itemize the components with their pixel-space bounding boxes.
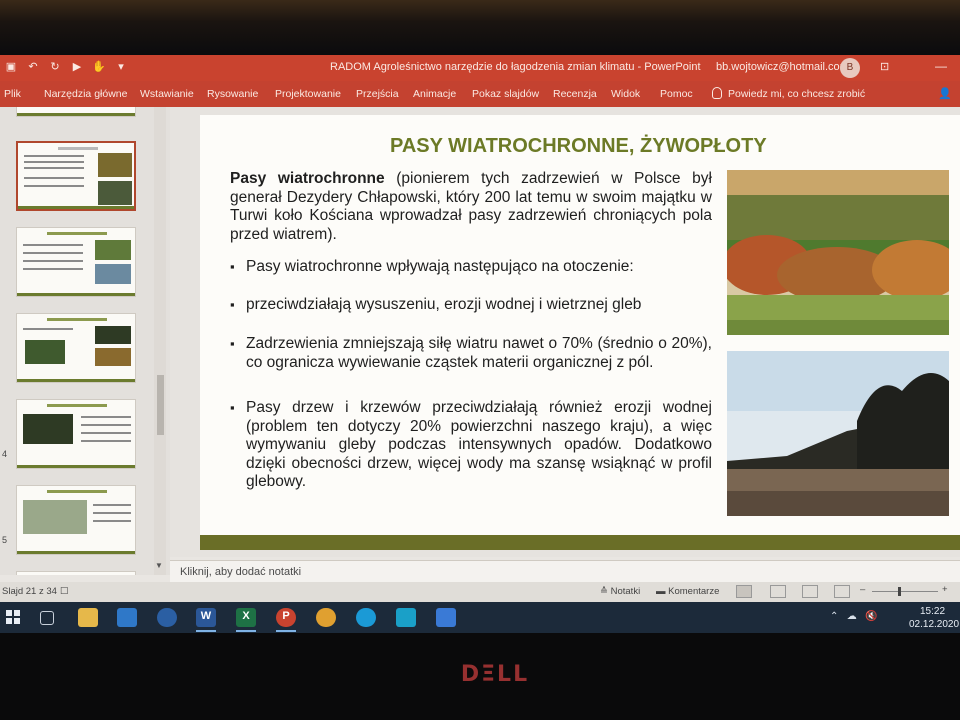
tab-projektowanie[interactable]: Projektowanie	[275, 88, 341, 100]
tab-recenzja[interactable]: Recenzja	[553, 88, 597, 100]
slideshow-view-icon[interactable]	[834, 585, 850, 598]
share-icon[interactable]: 👤	[938, 87, 952, 100]
task-view-icon[interactable]	[40, 611, 54, 625]
redo-icon[interactable]: ↻	[48, 60, 62, 74]
notes-pane[interactable]: Kliknij, aby dodać notatki	[170, 560, 960, 582]
slide-sorter-icon[interactable]	[770, 585, 786, 598]
tab-narzedzia-glowne[interactable]: Narzędzia główne	[44, 88, 127, 100]
screen: ▣ ↶ ↻ ▶ ✋ ▾ RADOM Agroleśnictwo narzędzi…	[0, 55, 960, 633]
slide-title[interactable]: PASY WIATROCHRONNE, ŻYWOPŁOTY	[390, 135, 767, 158]
bare-tree-row-photo[interactable]	[727, 351, 949, 516]
notes-label: Notatki	[610, 586, 641, 597]
windows-start-icon[interactable]	[6, 610, 20, 624]
comments-toggle[interactable]: ▬ Komentarze	[656, 586, 719, 597]
dell-logo: DΞLL	[460, 662, 530, 687]
tab-pokaz-slajdow[interactable]: Pokaz slajdów	[472, 88, 539, 100]
spellcheck-icon[interactable]: ☐	[60, 586, 69, 597]
tell-me-label: Powiedz mi, co chcesz zrobić	[728, 88, 866, 100]
excel-icon[interactable]: X	[236, 608, 256, 627]
minimize-icon[interactable]: —	[935, 59, 947, 73]
notes-placeholder: Kliknij, aby dodać notatki	[180, 566, 302, 578]
zoom-slider[interactable]	[872, 591, 938, 592]
tab-pomoc[interactable]: Pomoc	[660, 88, 693, 100]
account-email[interactable]: bb.wojtowicz@hotmail.com	[716, 61, 849, 73]
quick-access-toolbar: ▣ ↶ ↻ ▶ ✋ ▾	[4, 60, 128, 74]
undo-icon[interactable]: ↶	[26, 60, 40, 74]
save-icon[interactable]: ▣	[4, 60, 18, 74]
bullet-item[interactable]: przeciwdziałają wysuszeniu, erozji wodne…	[230, 296, 712, 315]
word-icon[interactable]: W	[196, 608, 216, 627]
powerpoint-icon[interactable]: P	[276, 608, 296, 627]
slide-footer-bar	[200, 535, 960, 550]
slide-thumbnails-pane: 4 5 6 ▼	[0, 107, 170, 575]
monitor-bezel-top	[0, 0, 960, 55]
file-explorer-icon[interactable]	[78, 608, 98, 627]
clock-date[interactable]: 02.12.2020	[909, 619, 959, 630]
customize-qat-icon[interactable]: ▾	[114, 60, 128, 74]
mail-icon[interactable]	[117, 608, 137, 627]
tab-przejscia[interactable]: Przejścia	[356, 88, 399, 100]
tab-wstawianie[interactable]: Wstawianie	[140, 88, 194, 100]
reading-view-icon[interactable]	[802, 585, 818, 598]
zoom-in-icon[interactable]: +	[942, 584, 948, 595]
tab-rysowanie[interactable]: Rysowanie	[207, 88, 258, 100]
tell-me-search[interactable]: Powiedz mi, co chcesz zrobić	[712, 87, 865, 100]
clock-time[interactable]: 15:22	[920, 606, 945, 617]
window-title: RADOM Agroleśnictwo narzędzie do łagodze…	[330, 61, 701, 73]
slide-thumbnail[interactable]	[16, 571, 136, 575]
ribbon-tabs: Plik Narzędzia główne Wstawianie Rysowan…	[0, 81, 960, 107]
slide-thumbnail[interactable]	[16, 227, 136, 297]
slide-canvas[interactable]: PASY WIATROCHRONNE, ŻYWOPŁOTY Pasy wiatr…	[200, 115, 960, 550]
title-bar: ▣ ↶ ↻ ▶ ✋ ▾ RADOM Agroleśnictwo narzędzi…	[0, 55, 960, 81]
windows-taskbar: W X P ⌃ ☁ 🔇 15:22 02.12.2020	[0, 602, 960, 633]
slide-counter: Slajd 21 z 34	[2, 586, 57, 597]
thumbnail-scrollbar[interactable]	[154, 107, 166, 575]
zoom-out-icon[interactable]: –	[860, 584, 865, 595]
tab-plik[interactable]: Plik	[4, 88, 21, 100]
slide-thumbnail[interactable]	[16, 107, 136, 117]
lightbulb-icon	[712, 87, 722, 99]
photos-icon[interactable]	[436, 608, 456, 627]
slide-number: 5	[2, 535, 8, 545]
slide-thumbnail[interactable]	[16, 399, 136, 469]
edge-icon[interactable]	[356, 608, 376, 627]
slide-thumbnail-current[interactable]	[16, 141, 136, 211]
comments-label: Komentarze	[668, 586, 720, 597]
avatar[interactable]: B	[840, 58, 860, 78]
browser-icon[interactable]	[157, 608, 177, 627]
slide-editing-area: PASY WIATROCHRONNE, ŻYWOPŁOTY Pasy wiatr…	[170, 107, 960, 557]
scroll-down-icon[interactable]: ▼	[155, 561, 163, 570]
slide-thumbnail[interactable]	[16, 313, 136, 383]
paint-app-icon[interactable]	[316, 608, 336, 627]
system-tray[interactable]: ⌃ ☁ 🔇	[830, 611, 878, 622]
store-app-icon[interactable]	[396, 608, 416, 627]
thumbnail-scrollbar-handle[interactable]	[157, 375, 164, 435]
slide-thumbnail[interactable]	[16, 485, 136, 555]
slide-number: 4	[2, 449, 8, 459]
start-slideshow-icon[interactable]: ▶	[70, 60, 84, 74]
status-bar: Slajd 21 z 34 ☐ ≙ Notatki ▬ Komentarze –…	[0, 582, 960, 602]
intro-bold-term: Pasy wiatrochronne	[230, 170, 385, 187]
slide-intro-paragraph[interactable]: Pasy wiatrochronne (pionierem tych zadrz…	[230, 170, 712, 244]
windbreak-autumn-photo[interactable]	[727, 170, 949, 335]
bullet-item[interactable]: Pasy wiatrochronne wpływają następująco …	[230, 258, 712, 277]
tab-animacje[interactable]: Animacje	[413, 88, 456, 100]
ribbon-display-options-icon[interactable]: ⊡	[880, 60, 894, 74]
touch-mode-icon[interactable]: ✋	[92, 60, 106, 74]
tab-widok[interactable]: Widok	[611, 88, 640, 100]
zoom-slider-handle[interactable]	[898, 587, 901, 596]
normal-view-icon[interactable]	[736, 585, 752, 598]
notes-toggle[interactable]: ≙ Notatki	[600, 586, 640, 597]
bullet-item[interactable]: Pasy drzew i krzewów przeciwdziałają rów…	[230, 399, 712, 492]
bullet-item[interactable]: Zadrzewienia zmniejszają siłę wiatru naw…	[230, 335, 712, 372]
